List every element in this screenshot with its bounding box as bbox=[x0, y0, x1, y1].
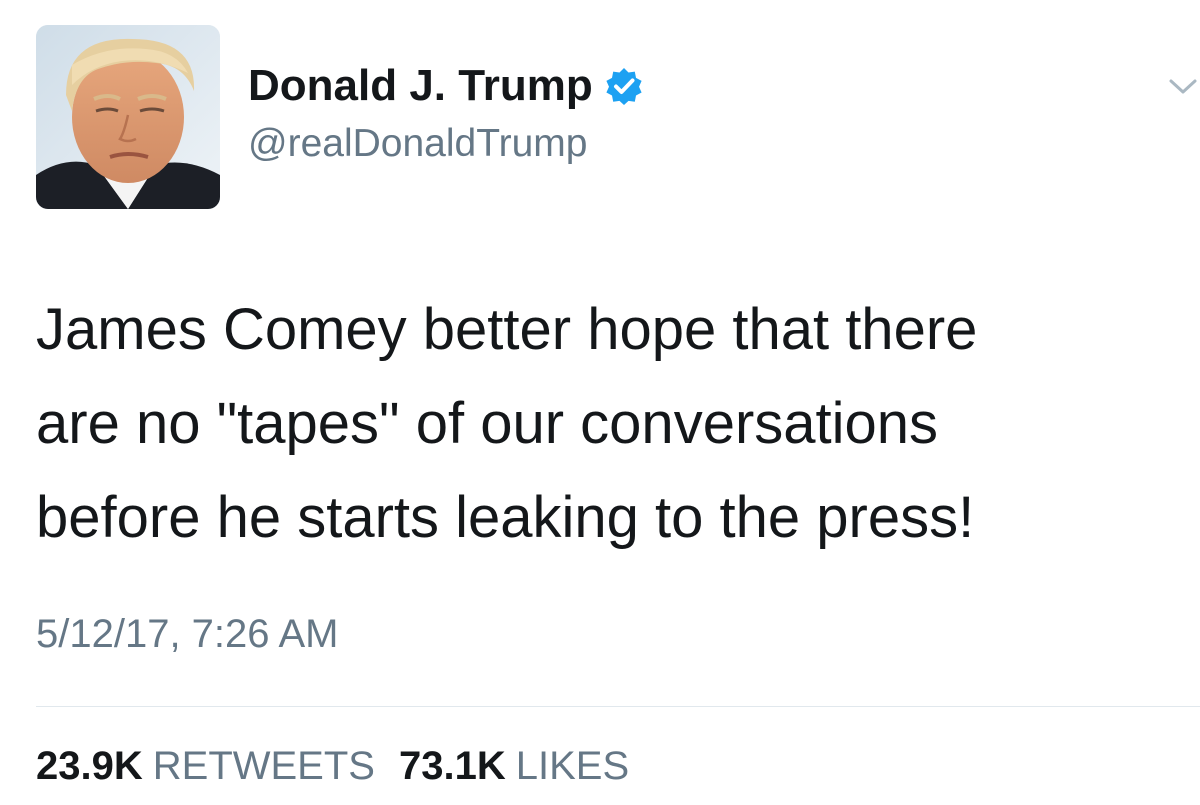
retweets-label: RETWEETS bbox=[152, 744, 375, 788]
chevron-down-icon[interactable] bbox=[1168, 76, 1198, 98]
tweet-text-line: are no "tapes" of our conversations bbox=[36, 391, 939, 456]
verified-badge-icon bbox=[605, 67, 643, 105]
display-name[interactable]: Donald J. Trump bbox=[248, 61, 593, 111]
tweet-text-line: James Comey better hope that there bbox=[36, 297, 978, 362]
retweets-count: 23.9K bbox=[36, 744, 143, 788]
tweet-timestamp[interactable]: 5/12/17, 7:26 AM bbox=[36, 612, 338, 657]
likes-count: 73.1K bbox=[398, 744, 506, 788]
avatar[interactable] bbox=[36, 25, 220, 209]
tweet-card: Donald J. Trump @realDonaldTrump James C… bbox=[0, 0, 1200, 805]
tweet-text: James Comey better hope that there are n… bbox=[36, 283, 1186, 565]
likes-label: LIKES bbox=[515, 744, 630, 788]
tweet-stats: 23.9K RETWEETS 73.1K LIKES bbox=[36, 744, 653, 789]
avatar-image bbox=[36, 25, 220, 209]
divider bbox=[36, 706, 1200, 707]
author-handle[interactable]: @realDonaldTrump bbox=[248, 122, 587, 166]
retweets-stat[interactable]: 23.9K RETWEETS bbox=[36, 744, 375, 789]
tweet-text-line: before he starts leaking to the press! bbox=[36, 485, 975, 550]
likes-stat[interactable]: 73.1K LIKES bbox=[399, 744, 629, 789]
author-name-row[interactable]: Donald J. Trump bbox=[248, 60, 643, 112]
